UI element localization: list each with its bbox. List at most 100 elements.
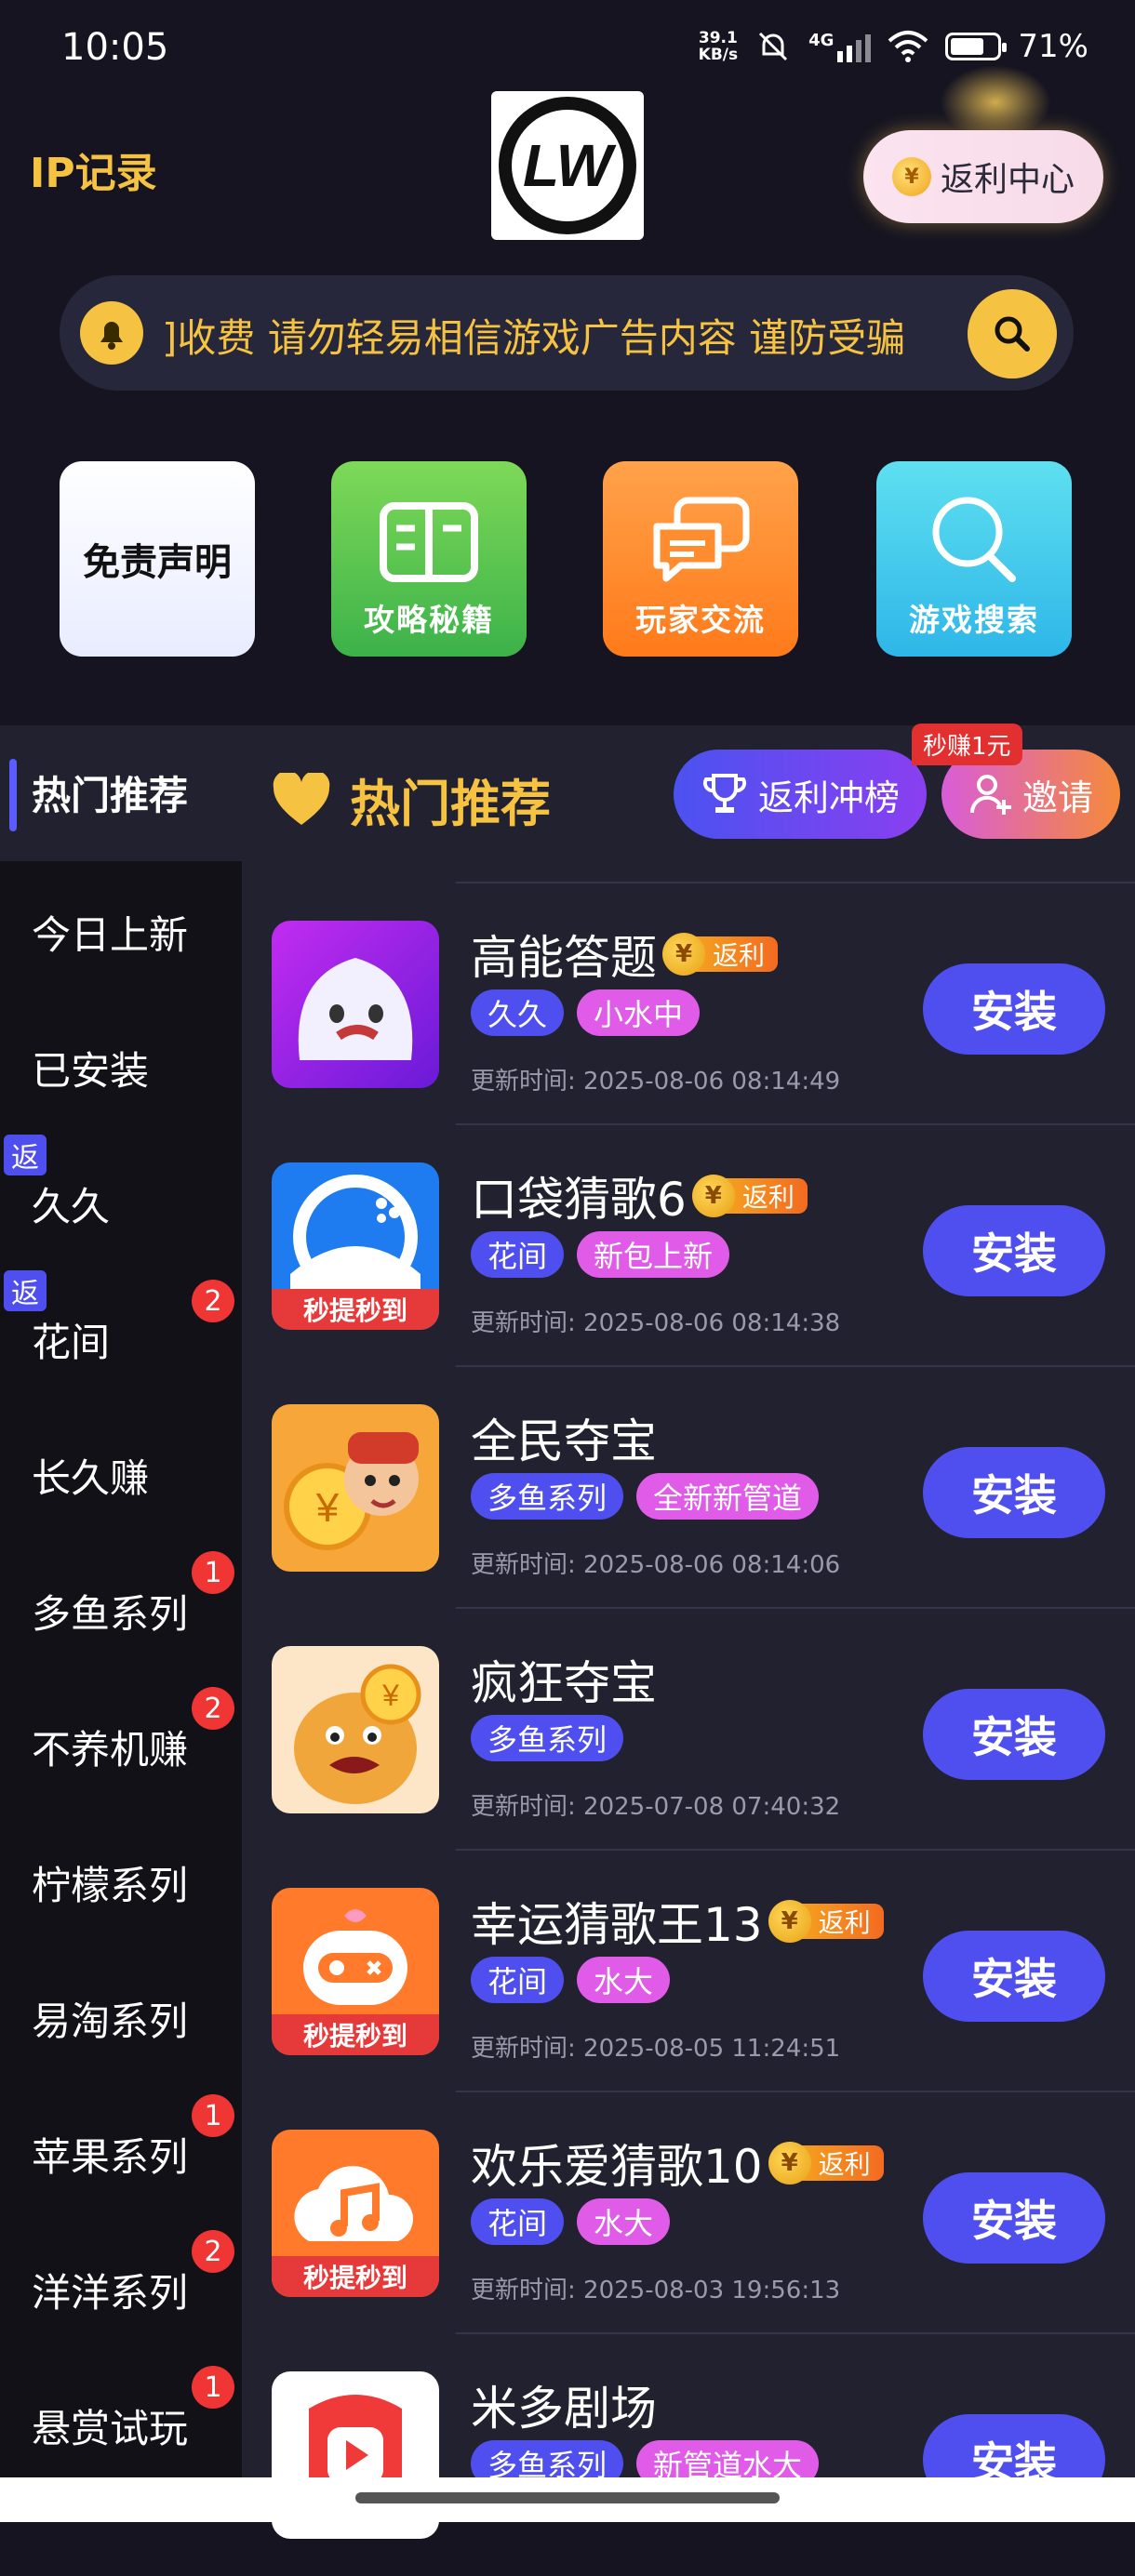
sidebar-item-label: 多鱼系列 — [32, 1591, 189, 1637]
app-name: 幸运猜歌王13 ¥ 返利 — [471, 1888, 884, 1955]
guide-button[interactable]: 攻略秘籍 — [331, 461, 527, 657]
app-icon[interactable]: ¥ — [272, 1404, 439, 1572]
app-list-item[interactable]: 秒提秒到 幸运猜歌王13 ¥ 返利 花间 水大 更新时间: 2025-08-05 11:24… — [272, 1851, 1135, 2092]
app-name: 全民夺宝 — [471, 1404, 657, 1471]
app-tags: 花间 水大 — [471, 1957, 671, 2003]
chat-icon — [653, 497, 750, 582]
sidebar-item[interactable]: 洋洋系列 2 — [0, 2219, 242, 2355]
heart-icon — [273, 772, 330, 825]
status-time: 10:05 — [61, 26, 169, 69]
sidebar-item[interactable]: 易淘系列 — [0, 1947, 242, 2083]
sidebar-item-label: 已安装 — [32, 1048, 150, 1094]
install-button[interactable]: 安装 — [923, 963, 1105, 1055]
sidebar-item-label: 洋洋系列 — [32, 2270, 189, 2316]
app-logo: LW — [491, 91, 644, 240]
app-title: 欢乐爱猜歌10 — [471, 2140, 763, 2194]
search-button[interactable] — [968, 289, 1057, 378]
app-list-item[interactable]: 秒提秒到 口袋猜歌6 ¥ 返利 花间 新包上新 更新时间: 2025-08-06 08:14… — [272, 1125, 1135, 1367]
rebate-tag: 返 — [4, 1270, 47, 1311]
app-tags: 多鱼系列 — [471, 1715, 624, 1761]
sidebar-item[interactable]: 苹果系列 1 — [0, 2083, 242, 2219]
install-button[interactable]: 安装 — [923, 1447, 1105, 1538]
rebate-badge-label: 返利 — [801, 2145, 884, 2181]
app-icon[interactable]: ¥ — [272, 1646, 439, 1813]
sidebar-item[interactable]: 久久 返 — [0, 1133, 242, 1268]
install-button[interactable]: 安装 — [923, 1931, 1105, 2022]
sidebar-item[interactable]: 多鱼系列 1 — [0, 1540, 242, 1676]
sidebar-item-label: 久久 — [32, 1184, 111, 1229]
invite-reward-tag: 秒赚1元 — [912, 724, 1022, 765]
signal-icon — [837, 31, 872, 62]
sidebar-item[interactable]: 花间 返 2 — [0, 1268, 242, 1404]
lw-logo-icon: LW — [499, 97, 636, 234]
sidebar-item[interactable]: 不养机赚 2 — [0, 1676, 242, 1812]
app-title: 口袋猜歌6 — [471, 1173, 687, 1227]
invite-label: 邀请 — [1022, 777, 1093, 818]
rebate-tag: 返 — [4, 1135, 47, 1175]
install-button[interactable]: 安装 — [923, 1689, 1105, 1780]
app-icon[interactable]: 秒提秒到 — [272, 1162, 439, 1330]
rebate-rank-button[interactable]: 返利冲榜 — [674, 750, 927, 839]
sidebar-item[interactable]: 长久赚 — [0, 1404, 242, 1540]
app-tag: 花间 — [471, 1231, 565, 1278]
book-icon — [380, 502, 478, 582]
install-button[interactable]: 安装 — [923, 2172, 1105, 2264]
count-badge: 1 — [192, 2094, 234, 2137]
app-tags: 多鱼系列 全新新管道 — [471, 1473, 820, 1520]
app-list-item[interactable]: ¥ 疯狂夺宝 多鱼系列 更新时间: 2025-07-08 07:40:32 安装 — [272, 1609, 1135, 1851]
section-title-text: 热门推荐 — [350, 775, 551, 833]
ip-record-link[interactable]: IP记录 — [30, 139, 157, 199]
sidebar-item-label: 悬赏试玩 — [32, 2406, 189, 2451]
app-tag: 花间 — [471, 1957, 565, 2003]
count-badge: 1 — [192, 1551, 234, 1594]
app-list-item[interactable]: 秒提秒到 欢乐爱猜歌10 ¥ 返利花间 水大更新时间: 2025-08-03 19:56… — [272, 2092, 1135, 2334]
app-list-item[interactable]: 高能答题 ¥ 返利 久久 小水中 更新时间: 2025-08-06 08:14:49 安装 — [272, 883, 1135, 1125]
app-tags: 花间 水大 — [471, 2198, 671, 2245]
app-list-item[interactable]: 米多剧场 多鱼系列 新管道水大 安装 — [272, 2334, 1135, 2576]
app-name: 口袋猜歌6 ¥ 返利 — [471, 1162, 808, 1229]
instant-withdraw-ribbon: 秒提秒到 — [272, 2014, 439, 2055]
app-tags: 花间 新包上新 — [471, 1231, 730, 1278]
wifi-icon — [888, 31, 928, 62]
network-type: 4G — [808, 31, 835, 50]
rebate-badge-label: 返利 — [801, 1904, 884, 1939]
app-list-item[interactable]: ¥ 全民夺宝 多鱼系列 全新新管道更新时间: 2025-08-06 08:14:06 安… — [272, 1367, 1135, 1609]
disclaimer-button[interactable]: 免责声明 — [60, 461, 255, 657]
sidebar-item[interactable]: 今日上新 — [0, 861, 242, 997]
app-icon[interactable]: 秒提秒到 — [272, 2130, 439, 2297]
app-tag: 久久 — [471, 989, 565, 1036]
app-tag: 新包上新 — [577, 1231, 730, 1278]
svg-text:LW: LW — [523, 132, 617, 199]
sidebar-item-hot[interactable]: 热门推荐 — [0, 725, 242, 861]
app-title: 米多剧场 — [471, 2382, 657, 2436]
disclaimer-label: 免责声明 — [83, 541, 232, 584]
category-sidebar: 热门推荐 今日上新 已安装 久久返花间返 2 长久赚 多鱼系列 1 不养机赚 2 柠檬系列 易淘系列… — [0, 725, 242, 2522]
app-title: 高能答题 — [471, 931, 657, 985]
app-icon[interactable]: 秒提秒到 — [272, 1888, 439, 2055]
battery-fill — [951, 38, 983, 55]
player-chat-button[interactable]: 玩家交流 — [603, 461, 798, 657]
coin-icon: ¥ — [768, 2142, 811, 2184]
game-search-button[interactable]: 游戏搜索 — [876, 461, 1072, 657]
coin-icon: ¥ — [768, 1900, 811, 1943]
coin-icon: ¥ — [891, 157, 931, 196]
sidebar-item[interactable]: 已安装 — [0, 997, 242, 1133]
rebate-glow — [940, 65, 1051, 139]
app-tag: 花间 — [471, 2198, 565, 2245]
update-time: 更新时间: 2025-08-03 19:56:13 — [471, 2277, 841, 2304]
rebate-center-button[interactable]: ¥ 返利中心 — [863, 130, 1103, 223]
network-speed-unit: KB/s — [698, 46, 739, 64]
sidebar-item[interactable]: 悬赏试玩 1 — [0, 2355, 242, 2490]
app-icon[interactable] — [272, 921, 439, 1088]
trophy-icon — [702, 774, 747, 813]
search-icon — [995, 316, 1030, 352]
sidebar-item-label: 易淘系列 — [32, 1998, 189, 2044]
status-icons: 39.1 KB/s 4G 71% — [699, 28, 1088, 65]
battery-icon — [945, 33, 1008, 60]
sidebar-item[interactable]: 柠檬系列 — [0, 1812, 242, 1947]
sidebar-item-label: 柠檬系列 — [32, 1863, 189, 1908]
update-time: 更新时间: 2025-08-06 08:14:49 — [471, 1068, 841, 1095]
home-indicator[interactable] — [355, 2492, 780, 2503]
update-time: 更新时间: 2025-08-06 08:14:06 — [471, 1551, 841, 1579]
install-button[interactable]: 安装 — [923, 1205, 1105, 1296]
